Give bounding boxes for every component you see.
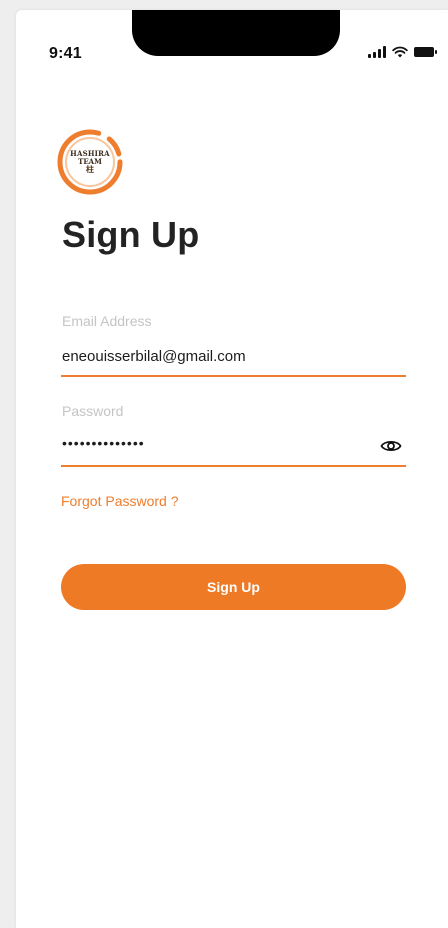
status-icons: [368, 46, 437, 58]
team-logo: HASHIRA TEAM 柱: [56, 128, 124, 196]
email-field[interactable]: eneouisserbilal@gmail.com: [62, 348, 246, 365]
logo-line-3: 柱: [86, 164, 94, 175]
status-time: 9:41: [49, 45, 82, 62]
eye-icon[interactable]: [380, 438, 402, 454]
forgot-password-link[interactable]: Forgot Password ?: [61, 493, 179, 509]
phone-screen: 9:41 HASHIRA TEAM 柱 Sign Up Email Addres…: [16, 10, 448, 928]
email-label: Email Address: [62, 313, 152, 329]
password-label: Password: [62, 403, 124, 419]
battery-icon: [414, 47, 437, 57]
signal-icon: [368, 46, 386, 58]
password-underline: [61, 465, 406, 467]
page-title: Sign Up: [62, 214, 200, 255]
device-notch: [132, 10, 340, 56]
password-field[interactable]: ••••••••••••••: [62, 435, 145, 451]
sign-up-button[interactable]: Sign Up: [61, 564, 406, 610]
wifi-icon: [392, 46, 408, 58]
email-underline: [61, 375, 406, 377]
